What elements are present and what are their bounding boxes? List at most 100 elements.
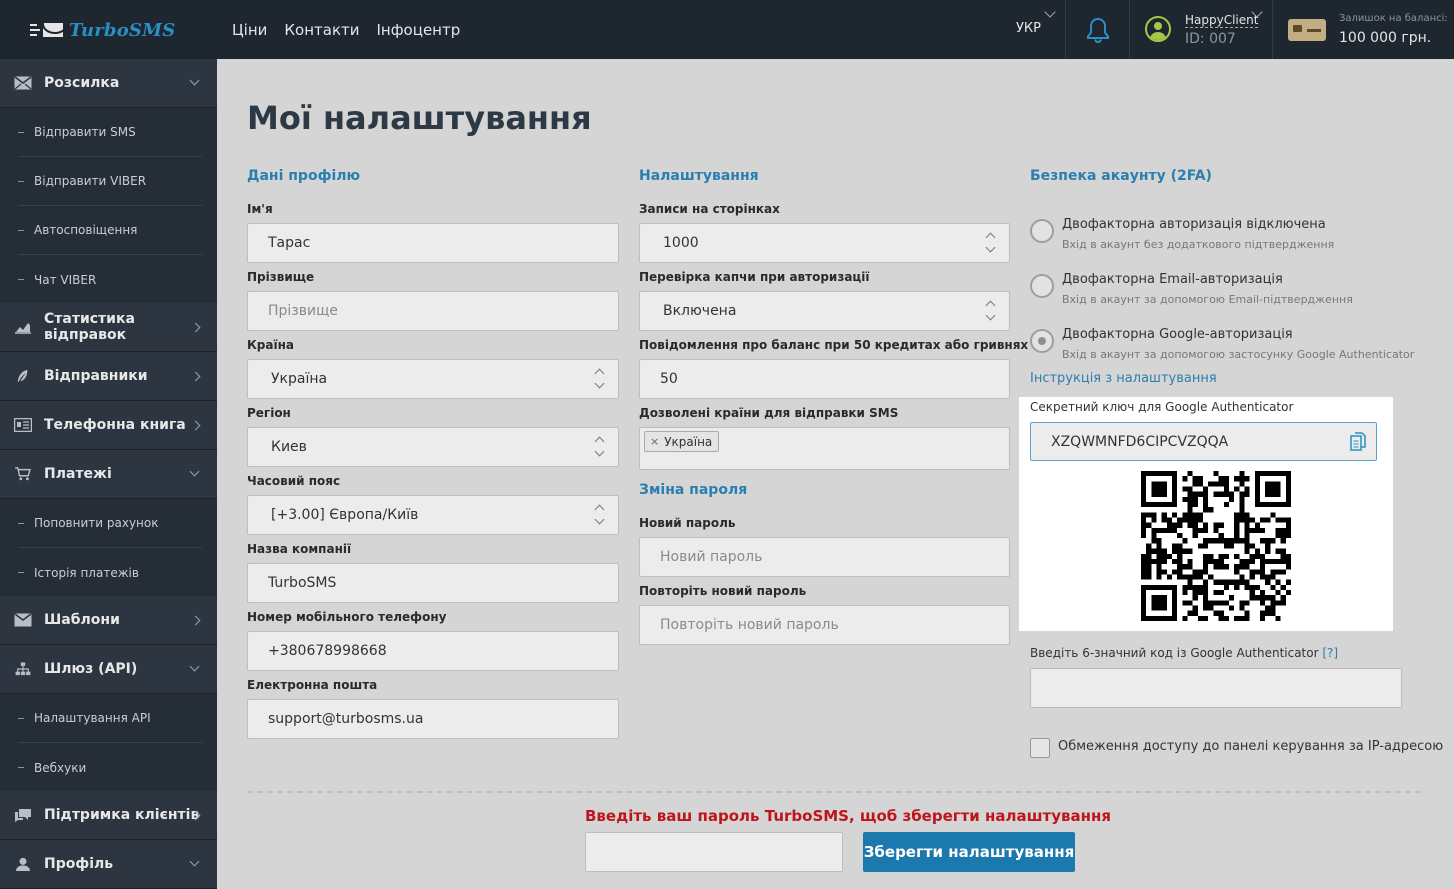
- radio-2fa-disabled[interactable]: [1030, 219, 1054, 243]
- code-label-text: Введіть 6-значний код із Google Authenti…: [1030, 646, 1319, 660]
- sidebar-item-payment-history[interactable]: Історія платежів: [18, 548, 202, 597]
- auth-code-field[interactable]: [1030, 668, 1402, 708]
- user-icon: [16, 857, 30, 871]
- select-arrows-icon: [594, 436, 606, 460]
- address-book-icon: [14, 418, 32, 432]
- records-label: Записи на сторінках: [639, 202, 780, 216]
- language-selector[interactable]: УКР: [1016, 21, 1041, 36]
- sidebar-section-statistics[interactable]: Статистика відправок: [0, 303, 217, 352]
- ip-restriction-label[interactable]: Обмеження доступу до панелі керування за…: [1058, 739, 1443, 754]
- chevron-down-icon: [189, 856, 200, 867]
- radio-2fa-email[interactable]: [1030, 274, 1054, 298]
- save-warning: Введіть ваш пароль TurboSMS, щоб зберегт…: [585, 807, 1111, 825]
- divider: [247, 791, 1421, 793]
- copy-icon[interactable]: [1350, 432, 1366, 452]
- instruction-link[interactable]: Інструкція з налаштування: [1030, 371, 1217, 386]
- sidebar-item-viber-chat[interactable]: Чат VIBER: [18, 255, 202, 304]
- sidebar-item-send-sms[interactable]: Відправити SMS: [18, 108, 202, 157]
- chart-icon: [15, 323, 31, 334]
- timezone-select[interactable]: [+3.00] Європа/Київ: [247, 495, 619, 535]
- chat-icon: [15, 809, 31, 822]
- chevron-down-icon: [189, 661, 200, 672]
- chevron-down-icon[interactable]: [1044, 6, 1056, 18]
- sidebar-section-label: Підтримка клієнтів: [44, 807, 200, 823]
- user-name[interactable]: HappyClient: [1185, 13, 1259, 28]
- envelope-icon: [14, 76, 32, 90]
- sidebar-section-phonebook[interactable]: Телефонна книга: [0, 401, 217, 450]
- network-icon: [15, 662, 31, 676]
- email-field[interactable]: support@turbosms.ua: [247, 699, 619, 739]
- surname-label: Прізвище: [247, 270, 315, 284]
- sidebar-section-payments[interactable]: Платежі: [0, 450, 217, 499]
- sidebar-item-top-up[interactable]: Поповнити рахунок: [18, 499, 202, 548]
- name-field[interactable]: Тарас: [247, 223, 619, 263]
- qr-code: [1141, 471, 1291, 621]
- captcha-value: Включена: [663, 303, 737, 319]
- brand-name: TurboSMS: [69, 19, 176, 41]
- tag-remove-icon[interactable]: ×: [650, 435, 659, 448]
- sidebar-item-label: Відправити SMS: [34, 125, 136, 139]
- timezone-label: Часовий пояс: [247, 474, 341, 488]
- repeat-password-field[interactable]: Повторіть новий пароль: [639, 605, 1010, 645]
- radio-label[interactable]: Двофакторна авторизація відключена: [1062, 217, 1326, 232]
- country-select[interactable]: Україна: [247, 359, 619, 399]
- help-link[interactable]: [?]: [1322, 646, 1338, 660]
- sidebar-section-label: Шлюз (API): [44, 661, 138, 677]
- cart-icon: [15, 467, 31, 481]
- nav-link-prices[interactable]: Ціни: [232, 21, 267, 39]
- new-password-field[interactable]: Новий пароль: [639, 537, 1010, 577]
- sidebar-section-api[interactable]: Шлюз (API): [0, 645, 217, 694]
- balance-value[interactable]: 100 000 грн.: [1339, 30, 1431, 46]
- envelope-icon: [43, 23, 63, 37]
- sidebar-item-label: Автосповіщення: [34, 223, 138, 237]
- avatar-icon[interactable]: [1145, 16, 1171, 42]
- captcha-label: Перевірка капчи при авторизації: [639, 270, 870, 284]
- confirm-password-field[interactable]: [585, 832, 843, 872]
- radio-label[interactable]: Двофакторна Email-авторизація: [1062, 272, 1283, 287]
- balance-notice-field[interactable]: 50: [639, 359, 1010, 399]
- bell-icon[interactable]: [1086, 17, 1110, 43]
- nav-link-infocenter[interactable]: Інфоцентр: [377, 21, 461, 39]
- region-select[interactable]: Киев: [247, 427, 619, 467]
- sidebar-section-label: Телефонна книга: [44, 417, 186, 433]
- secret-key-field[interactable]: XZQWMNFD6CIPCVZQQA: [1030, 422, 1377, 461]
- region-label: Регіон: [247, 406, 291, 420]
- feather-icon: [17, 369, 28, 383]
- sidebar-item-label: Історія платежів: [34, 565, 139, 580]
- chevron-right-icon: [190, 615, 201, 625]
- sidebar-section-support[interactable]: Підтримка клієнтів: [0, 791, 217, 840]
- sidebar: Розсилка Відправити SMS Відправити VIBER…: [0, 59, 217, 889]
- chevron-right-icon: [190, 371, 201, 381]
- radio-2fa-google[interactable]: [1030, 329, 1054, 353]
- radio-label[interactable]: Двофакторна Google-авторизація: [1062, 327, 1293, 342]
- sidebar-item-label: Відправити VIBER: [34, 174, 147, 188]
- country-value: Україна: [271, 371, 328, 387]
- logo[interactable]: TurboSMS: [30, 18, 175, 42]
- radio-description: Вхід в акаунт за допомогою Email-підтвер…: [1062, 293, 1353, 306]
- sidebar-item-send-viber[interactable]: Відправити VIBER: [18, 157, 202, 206]
- sidebar-item-label: Поповнити рахунок: [34, 516, 159, 530]
- sidebar-section-templates[interactable]: Шаблони: [0, 596, 217, 645]
- save-button[interactable]: Зберегти налаштування: [863, 832, 1075, 872]
- sidebar-item-label: Чат VIBER: [34, 272, 97, 287]
- envelope-icon: [14, 613, 32, 627]
- country-label: Країна: [247, 338, 294, 352]
- phone-field[interactable]: +380678998668: [247, 631, 619, 671]
- section-title-security: Безпека акаунту (2FA): [1030, 168, 1212, 184]
- sidebar-section-mailing[interactable]: Розсилка: [0, 59, 217, 108]
- select-arrows-icon: [985, 232, 997, 256]
- sidebar-item-api-settings[interactable]: Налаштування API: [18, 694, 202, 743]
- captcha-select[interactable]: Включена: [639, 291, 1010, 331]
- nav-link-contacts[interactable]: Контакти: [284, 21, 359, 39]
- company-field[interactable]: TurboSMS: [247, 563, 619, 603]
- ip-restriction-checkbox[interactable]: [1030, 738, 1050, 758]
- sidebar-section-profile[interactable]: Профіль: [0, 840, 217, 889]
- sidebar-item-webhooks[interactable]: Вебхуки: [18, 743, 202, 792]
- secret-key-label: Секретний ключ для Google Authenticator: [1030, 400, 1294, 414]
- records-select[interactable]: 1000: [639, 223, 1010, 263]
- sidebar-section-label: Шаблони: [44, 612, 120, 628]
- sidebar-section-senders[interactable]: Відправники: [0, 352, 217, 401]
- sidebar-item-autonotify[interactable]: Автосповіщення: [18, 206, 202, 255]
- surname-field[interactable]: Прізвище: [247, 291, 619, 331]
- section-title-settings: Налаштування: [639, 168, 759, 184]
